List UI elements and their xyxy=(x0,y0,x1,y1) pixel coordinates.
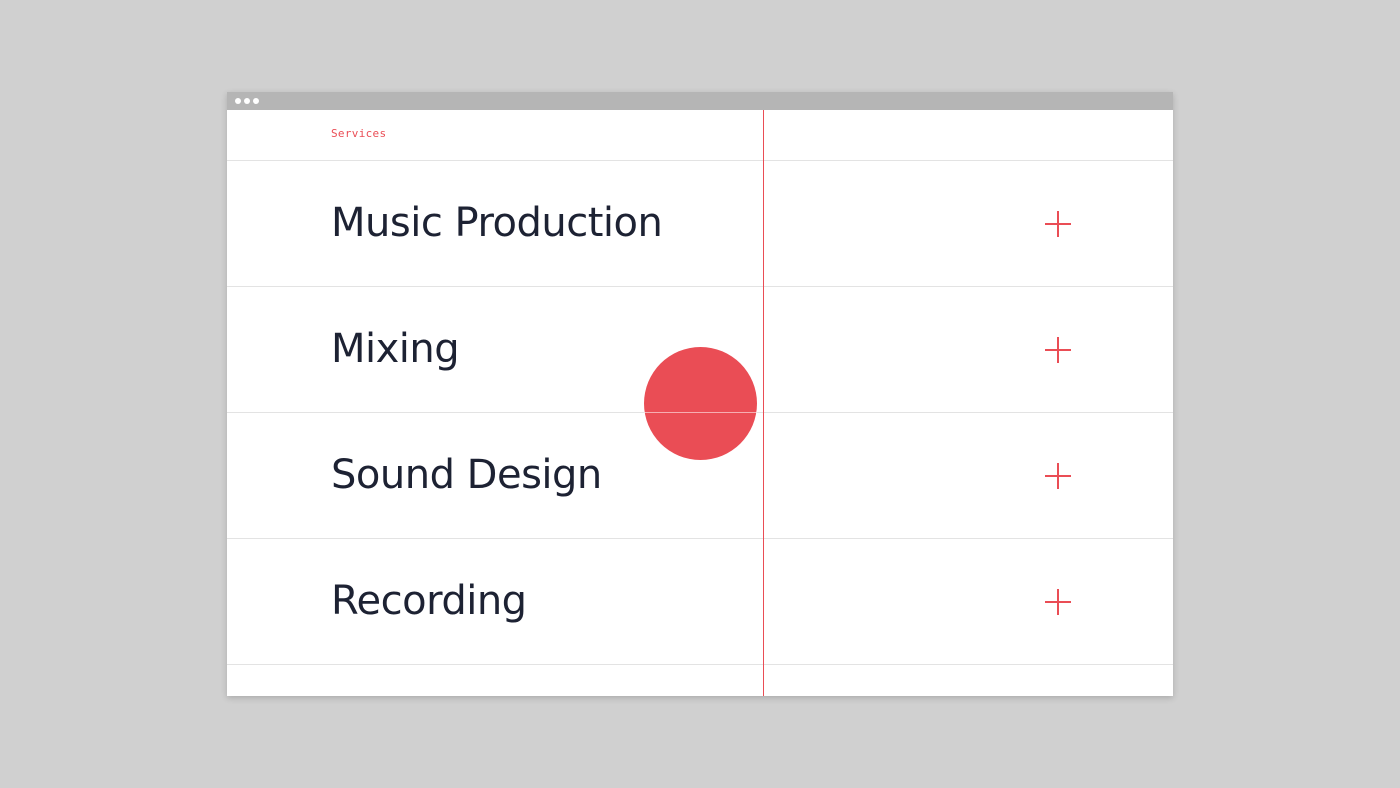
window-control-dot-3[interactable] xyxy=(253,98,259,104)
window-control-dot-1[interactable] xyxy=(235,98,241,104)
plus-icon[interactable] xyxy=(1045,589,1071,615)
divider xyxy=(227,664,1173,665)
service-row-music-production[interactable]: Music Production xyxy=(227,161,1173,286)
service-title: Sound Design xyxy=(331,452,602,498)
plus-icon[interactable] xyxy=(1045,211,1071,237)
service-title: Recording xyxy=(331,578,527,624)
section-label: Services xyxy=(331,127,387,140)
browser-window: Services Music Production Mixing Sound D… xyxy=(227,92,1173,696)
record-dot-divider xyxy=(644,412,757,413)
page-content: Services Music Production Mixing Sound D… xyxy=(227,110,1173,696)
record-dot xyxy=(644,347,757,460)
plus-icon[interactable] xyxy=(1045,337,1071,363)
service-title: Mixing xyxy=(331,326,460,372)
plus-icon[interactable] xyxy=(1045,463,1071,489)
window-control-dot-2[interactable] xyxy=(244,98,250,104)
window-titlebar xyxy=(227,92,1173,110)
service-title: Music Production xyxy=(331,200,663,246)
guide-line xyxy=(763,110,764,696)
service-row-recording[interactable]: Recording xyxy=(227,539,1173,664)
